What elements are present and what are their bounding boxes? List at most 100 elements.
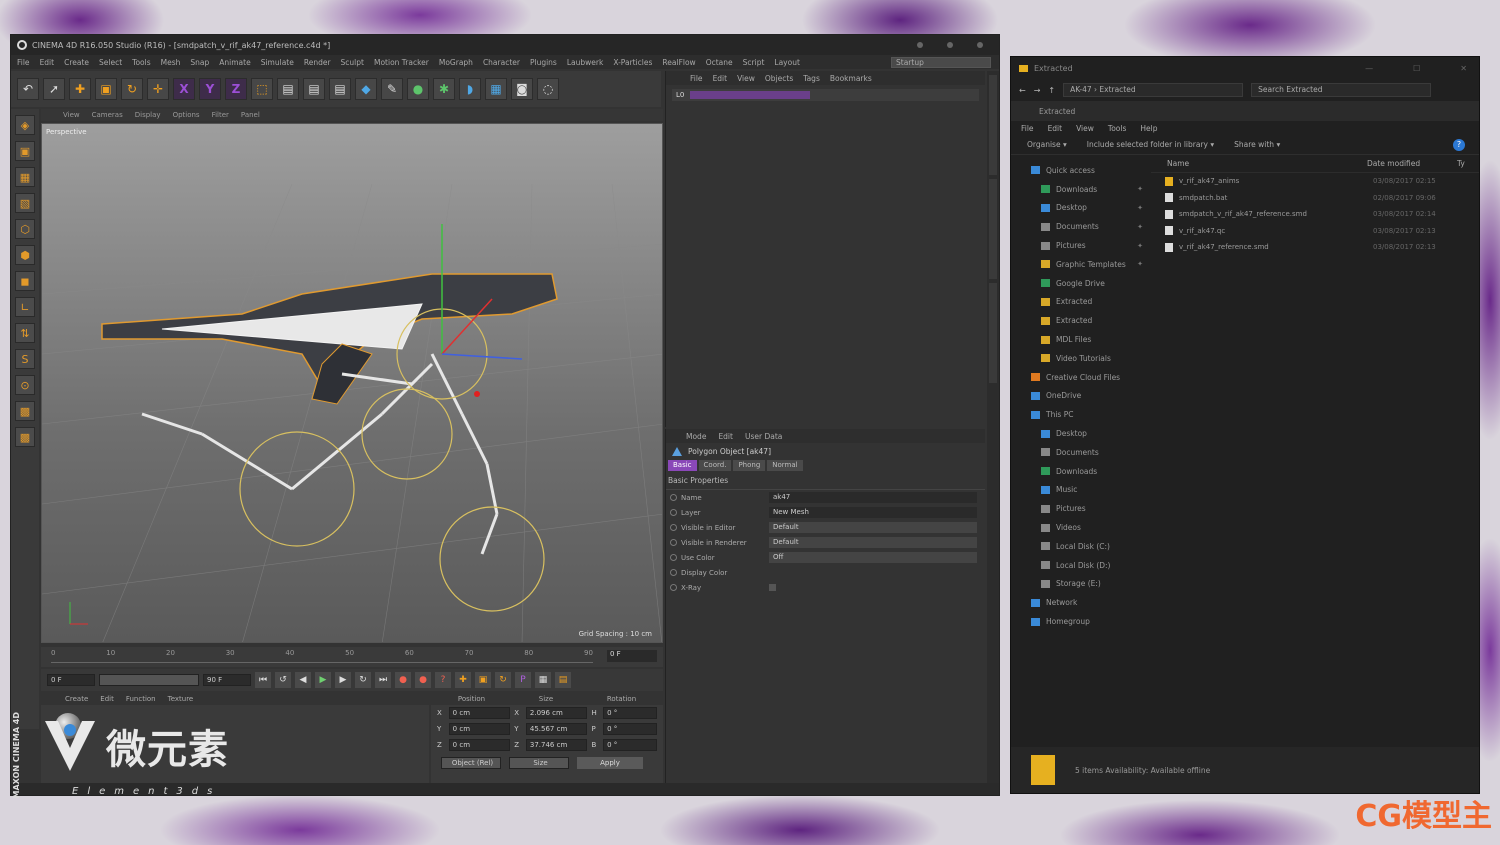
menu-layout[interactable]: Layout — [774, 58, 800, 67]
end-frame-field[interactable]: 90 F — [203, 674, 251, 686]
size-x-field[interactable]: 2.096 cm — [525, 707, 588, 719]
timeline[interactable]: 0 10 20 30 40 50 60 70 80 90 0 F — [41, 647, 663, 667]
nav-item[interactable]: Downloads — [1011, 462, 1151, 481]
menu-plugins[interactable]: Plugins — [530, 58, 557, 67]
column-date[interactable]: Date modified — [1367, 159, 1457, 168]
tab-layers[interactable] — [989, 283, 997, 383]
render-view-icon[interactable]: ▤ — [277, 78, 299, 100]
ex-menu-file[interactable]: File — [1021, 124, 1034, 133]
make-editable-icon[interactable]: ◈ — [15, 115, 35, 135]
file-row[interactable]: v_rif_ak47_anims 03/08/2017 02:15 — [1151, 173, 1479, 190]
key-position-icon[interactable]: ✚ — [455, 672, 471, 688]
vp-menu-filter[interactable]: Filter — [212, 111, 229, 119]
snap-icon[interactable]: S — [15, 349, 35, 369]
points-mode-icon[interactable]: ⬡ — [15, 219, 35, 239]
file-row[interactable]: smdpatch.bat 02/08/2017 09:06 — [1151, 190, 1479, 207]
ex-menu-edit[interactable]: Edit — [1048, 124, 1063, 133]
vp-menu-view[interactable]: View — [63, 111, 80, 119]
attr-menu-user-data[interactable]: User Data — [745, 432, 782, 441]
rotation-h-field[interactable]: 0 ° — [603, 707, 657, 719]
nav-item[interactable]: Creative Cloud Files — [1011, 368, 1151, 387]
obj-menu-objects[interactable]: Objects — [765, 74, 793, 83]
xray-checkbox[interactable] — [769, 584, 776, 591]
next-frame-icon[interactable]: ▶ — [335, 672, 351, 688]
menu-create[interactable]: Create — [64, 58, 89, 67]
mat-menu-texture[interactable]: Texture — [168, 695, 194, 703]
polygons-mode-icon[interactable]: ◼ — [15, 271, 35, 291]
nav-item[interactable]: Videos — [1011, 518, 1151, 537]
key-pla-icon[interactable]: ▦ — [535, 672, 551, 688]
deformer-icon[interactable]: ◗ — [459, 78, 481, 100]
spline-pen-icon[interactable]: ✎ — [381, 78, 403, 100]
nav-item[interactable]: Desktop — [1011, 424, 1151, 443]
nav-item[interactable]: Pictures ✦ — [1011, 236, 1151, 255]
position-y-field[interactable]: 0 cm — [448, 723, 511, 735]
tweak-icon[interactable]: ⇅ — [15, 323, 35, 343]
vp-menu-options[interactable]: Options — [173, 111, 200, 119]
z-axis-icon[interactable]: Z — [225, 78, 247, 100]
pin-icon[interactable]: ✦ — [1137, 260, 1143, 268]
texture-mode-icon[interactable]: ▦ — [15, 167, 35, 187]
anim-dot-icon[interactable] — [670, 539, 677, 546]
keyframe-selection-icon[interactable]: ? — [435, 672, 451, 688]
menu-animate[interactable]: Animate — [219, 58, 250, 67]
current-frame-field[interactable]: 0 F — [607, 650, 657, 662]
prev-key-icon[interactable]: ↺ — [275, 672, 291, 688]
ik-circles[interactable] — [239, 308, 545, 612]
minimize-icon[interactable]: — — [1365, 64, 1373, 73]
menu-mograph[interactable]: MoGraph — [439, 58, 473, 67]
maximize-icon[interactable] — [947, 42, 953, 48]
axis-mode-icon[interactable]: ∟ — [15, 297, 35, 317]
go-to-end-icon[interactable]: ⏭ — [375, 672, 391, 688]
search-input[interactable]: Search Extracted — [1251, 83, 1432, 97]
position-x-field[interactable]: 0 cm — [448, 707, 511, 719]
close-icon[interactable]: ✕ — [1460, 64, 1467, 73]
play-icon[interactable]: ▶ — [315, 672, 331, 688]
obj-menu-view[interactable]: View — [737, 74, 755, 83]
prev-frame-icon[interactable]: ◀ — [295, 672, 311, 688]
go-to-start-icon[interactable]: ⏮ — [255, 672, 271, 688]
anim-dot-icon[interactable] — [670, 524, 677, 531]
menu-script[interactable]: Script — [743, 58, 765, 67]
organise-button[interactable]: Organise ▾ — [1027, 140, 1067, 149]
nav-item[interactable]: Pictures — [1011, 499, 1151, 518]
ak47-mesh[interactable] — [101, 273, 558, 405]
vp-menu-display[interactable]: Display — [135, 111, 161, 119]
planar-workplane-icon[interactable]: ▩ — [15, 401, 35, 421]
nav-item[interactable]: Extracted — [1011, 311, 1151, 330]
tab-content-browser[interactable] — [989, 75, 997, 175]
key-rotation-icon[interactable]: ↻ — [495, 672, 511, 688]
menu-motion-tracker[interactable]: Motion Tracker — [374, 58, 429, 67]
file-row[interactable]: v_rif_ak47_reference.smd 03/08/2017 02:13 — [1151, 239, 1479, 256]
layer-field[interactable]: New Mesh — [769, 507, 977, 518]
nav-item[interactable]: This PC — [1011, 405, 1151, 424]
include-library-button[interactable]: Include selected folder in library ▾ — [1087, 140, 1214, 149]
x-axis-icon[interactable]: X — [173, 78, 195, 100]
mat-menu-function[interactable]: Function — [126, 695, 156, 703]
visible-editor-select[interactable]: Default — [769, 522, 977, 533]
menu-octane[interactable]: Octane — [706, 58, 733, 67]
apply-button[interactable]: Apply — [577, 757, 643, 769]
nav-item[interactable]: Documents — [1011, 443, 1151, 462]
use-color-select[interactable]: Off — [769, 552, 977, 563]
vp-menu-panel[interactable]: Panel — [241, 111, 260, 119]
nav-item[interactable]: Homegroup — [1011, 612, 1151, 631]
menu-mesh[interactable]: Mesh — [161, 58, 181, 67]
column-name[interactable]: Name — [1167, 159, 1367, 168]
layout-select[interactable]: Startup — [891, 56, 991, 68]
nav-item[interactable]: Extracted — [1011, 293, 1151, 312]
record-icon[interactable]: ● — [395, 672, 411, 688]
ex-menu-help[interactable]: Help — [1140, 124, 1157, 133]
anim-dot-icon[interactable] — [670, 509, 677, 516]
address-bar[interactable]: AK-47 › Extracted — [1063, 83, 1244, 97]
menu-select[interactable]: Select — [99, 58, 122, 67]
mat-menu-edit[interactable]: Edit — [100, 695, 114, 703]
share-with-button[interactable]: Share with ▾ — [1234, 140, 1280, 149]
column-type[interactable]: Ty — [1457, 159, 1465, 168]
timeline-ruler[interactable]: 0 10 20 30 40 50 60 70 80 90 — [51, 649, 593, 663]
maximize-icon[interactable]: ☐ — [1413, 64, 1420, 73]
file-row[interactable]: smdpatch_v_rif_ak47_reference.smd 03/08/2… — [1151, 206, 1479, 223]
attr-menu-mode[interactable]: Mode — [686, 432, 706, 441]
size-y-field[interactable]: 45.567 cm — [525, 723, 588, 735]
name-field[interactable]: ak47 — [769, 492, 977, 503]
